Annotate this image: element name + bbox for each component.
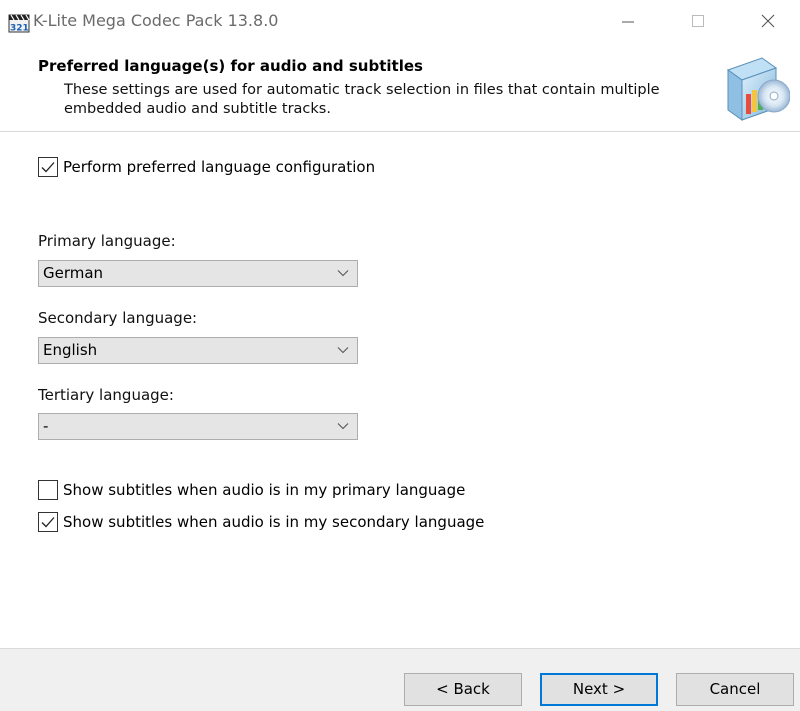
maximize-icon[interactable] [673, 0, 723, 44]
tertiary-language-select[interactable]: - [38, 413, 358, 440]
perform-config-checkbox-row[interactable]: Perform preferred language configuration [38, 157, 375, 177]
primary-language-select[interactable]: German [38, 260, 358, 287]
svg-text:321: 321 [10, 24, 29, 34]
wizard-body: Perform preferred language configuration… [0, 132, 800, 648]
secondary-language-select[interactable]: English [38, 337, 358, 364]
tertiary-language-value: - [43, 417, 49, 435]
secondary-language-value: English [43, 341, 98, 359]
subs-primary-checkbox[interactable] [38, 480, 58, 500]
chevron-down-icon [337, 270, 349, 277]
next-button[interactable]: Next > [540, 673, 658, 706]
page-description: These settings are used for automatic tr… [64, 82, 660, 117]
wizard-footer: < Back Next > Cancel [0, 649, 800, 711]
subs-secondary-checkbox[interactable] [38, 512, 58, 532]
back-button[interactable]: < Back [404, 673, 522, 706]
app-icon: 321 [8, 14, 30, 34]
perform-config-checkbox[interactable] [38, 157, 58, 177]
minimize-icon[interactable] [603, 0, 653, 44]
primary-language-value: German [43, 264, 104, 282]
title-bar: 321 K-Lite Mega Codec Pack 13.8.0 [0, 0, 800, 44]
secondary-language-label: Secondary language: [38, 309, 198, 327]
cancel-button[interactable]: Cancel [676, 673, 794, 706]
window-title: K-Lite Mega Codec Pack 13.8.0 [33, 11, 279, 30]
subs-primary-checkbox-row[interactable]: Show subtitles when audio is in my prima… [38, 480, 465, 500]
chevron-down-icon [337, 423, 349, 430]
subs-primary-label: Show subtitles when audio is in my prima… [63, 481, 466, 499]
checkmark-icon [41, 517, 55, 528]
chevron-down-icon [337, 347, 349, 354]
checkmark-icon [41, 162, 55, 173]
installer-box-icon [726, 57, 790, 121]
subs-secondary-label: Show subtitles when audio is in my secon… [63, 513, 485, 531]
close-icon[interactable] [743, 0, 793, 44]
subs-secondary-checkbox-row[interactable]: Show subtitles when audio is in my secon… [38, 512, 484, 532]
page-title: Preferred language(s) for audio and subt… [38, 57, 423, 75]
primary-language-label: Primary language: [38, 232, 176, 250]
tertiary-language-label: Tertiary language: [38, 386, 174, 404]
installer-window: 321 K-Lite Mega Codec Pack 13.8.0 Prefer… [0, 0, 800, 711]
wizard-header: Preferred language(s) for audio and subt… [0, 44, 800, 131]
perform-config-label: Perform preferred language configuration [63, 158, 376, 176]
